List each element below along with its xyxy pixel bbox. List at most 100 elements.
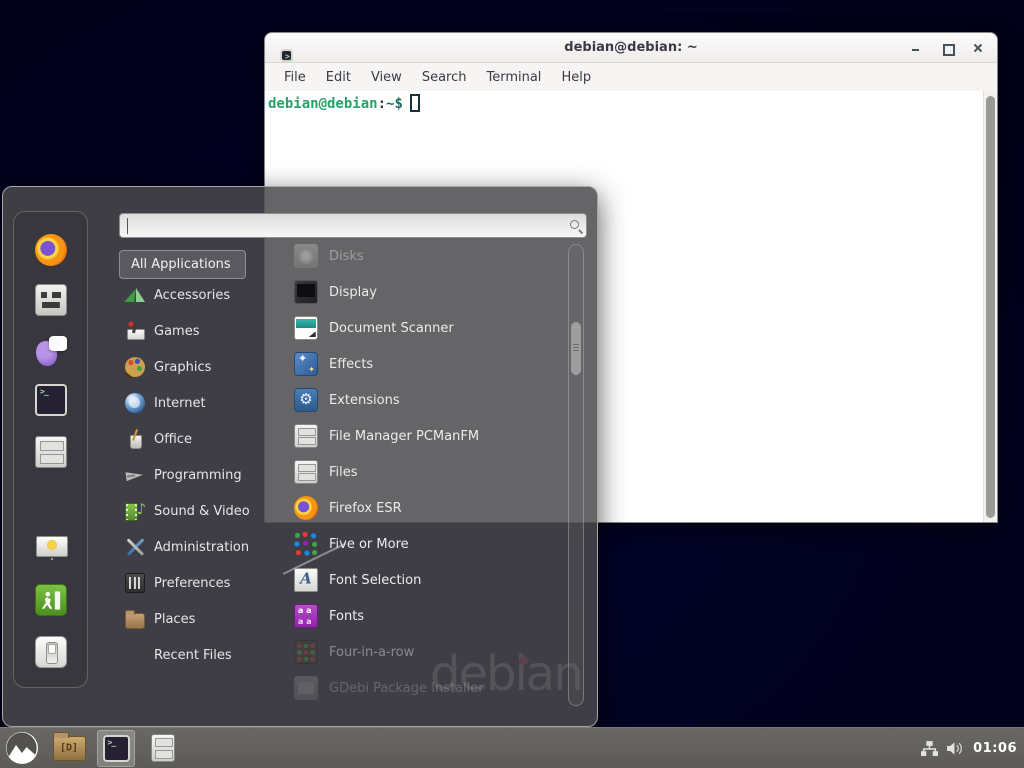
app-item-disks[interactable]: Disks <box>286 238 566 274</box>
category-graphics[interactable]: Graphics <box>119 349 279 385</box>
category-label: Internet <box>154 396 206 411</box>
logout-icon <box>35 584 67 616</box>
search-bar[interactable] <box>119 213 587 238</box>
app-item-gdebi-package-installer[interactable]: GDebi Package Installer <box>286 670 566 706</box>
accessories-icon <box>125 285 145 305</box>
category-preferences[interactable]: Preferences <box>119 565 279 601</box>
application-list: Disks Display Document Scanner Effects Exten… <box>286 238 566 706</box>
taskbar: 01:06 <box>0 727 1024 768</box>
app-label: Files <box>329 465 358 480</box>
office-icon <box>125 429 145 449</box>
terminal-titlebar[interactable]: debian@debian: ~ <box>265 33 997 63</box>
graphics-icon <box>125 357 145 377</box>
terminal-menu-file[interactable]: File <box>275 67 315 88</box>
category-office[interactable]: Office <box>119 421 279 457</box>
category-administration[interactable]: Administration <box>119 529 279 565</box>
all-applications-button[interactable]: All Applications <box>119 250 246 279</box>
category-label: Sound & Video <box>154 504 250 519</box>
terminal-menu-search[interactable]: Search <box>413 67 476 88</box>
four-in-a-row-icon <box>294 640 318 664</box>
file-cabinet-icon <box>35 436 67 468</box>
firefox-icon <box>294 496 318 520</box>
maximize-button[interactable] <box>942 43 952 53</box>
category-programming[interactable]: Programming <box>119 457 279 493</box>
display-icon <box>294 280 318 304</box>
app-label: Extensions <box>329 393 400 408</box>
app-label: Disks <box>329 249 364 264</box>
minimize-button[interactable] <box>911 43 921 53</box>
prompt-user-host: debian@debian <box>268 96 378 112</box>
taskbar-button-file-cabinet[interactable] <box>144 730 182 767</box>
favorite-logout[interactable] <box>35 584 67 616</box>
terminal-menu-view[interactable]: View <box>362 67 411 88</box>
terminal-menubar: FileEditViewSearchTerminalHelp <box>265 63 997 91</box>
category-games[interactable]: Games <box>119 313 279 349</box>
favorite-shutdown[interactable] <box>35 636 67 668</box>
programming-icon <box>125 465 145 485</box>
favorite-file-cabinet[interactable] <box>35 436 67 468</box>
app-label: Document Scanner <box>329 321 454 336</box>
category-label: Places <box>154 612 195 627</box>
application-list-scrollbar[interactable] <box>568 244 584 706</box>
app-item-file-manager-pcmanfm[interactable]: File Manager PCManFM <box>286 418 566 454</box>
app-item-font-selection[interactable]: Font Selection <box>286 562 566 598</box>
category-internet[interactable]: Internet <box>119 385 279 421</box>
category-list: Accessories Games Graphics Internet Office Pr… <box>119 277 279 673</box>
app-item-five-or-more[interactable]: Five or More <box>286 526 566 562</box>
taskbar-launchers <box>0 730 182 767</box>
terminal-window-title: debian@debian: ~ <box>265 40 997 55</box>
volume-icon[interactable] <box>946 741 965 756</box>
document-scanner-icon <box>294 316 318 340</box>
category-label: Graphics <box>154 360 211 375</box>
keyboard-icon <box>35 284 67 316</box>
terminal-menu-terminal[interactable]: Terminal <box>477 67 550 88</box>
network-icon[interactable] <box>921 741 938 756</box>
app-item-firefox-esr[interactable]: Firefox ESR <box>286 490 566 526</box>
fonts-icon <box>294 604 318 628</box>
terminal-menu-help[interactable]: Help <box>552 67 600 88</box>
app-item-four-in-a-row[interactable]: Four-in-a-row <box>286 634 566 670</box>
taskbar-button-folder-d[interactable] <box>50 730 88 767</box>
administration-icon <box>125 537 145 557</box>
favorites-panel <box>13 211 88 688</box>
font-selection-icon <box>294 568 318 592</box>
taskbar-button-menu-launcher[interactable] <box>3 730 41 767</box>
favorite-terminal[interactable] <box>35 384 67 416</box>
favorite-lock-screen[interactable] <box>35 533 67 565</box>
app-label: Firefox ESR <box>329 501 402 516</box>
terminal-scrollbar-thumb[interactable] <box>986 96 995 518</box>
favorite-pidgin[interactable] <box>35 334 67 366</box>
file-cabinet-icon <box>151 734 175 762</box>
application-list-scrollbar-thumb[interactable] <box>571 322 581 375</box>
taskbar-tray: 01:06 <box>921 741 1024 756</box>
terminal-menu-edit[interactable]: Edit <box>317 67 360 88</box>
app-item-extensions[interactable]: Extensions <box>286 382 566 418</box>
category-recent-files[interactable]: Recent Files <box>119 637 279 673</box>
app-item-fonts[interactable]: Fonts <box>286 598 566 634</box>
pidgin-icon <box>35 334 67 366</box>
taskbar-button-terminal[interactable] <box>97 730 135 767</box>
favorite-keyboard[interactable] <box>35 284 67 316</box>
terminal-icon <box>103 735 130 762</box>
folder-d-icon <box>53 736 86 761</box>
favorite-firefox[interactable] <box>35 234 67 266</box>
category-label: Office <box>154 432 192 447</box>
category-accessories[interactable]: Accessories <box>119 277 279 313</box>
close-button[interactable] <box>973 43 983 53</box>
category-sound-video[interactable]: Sound & Video <box>119 493 279 529</box>
app-item-display[interactable]: Display <box>286 274 566 310</box>
clock[interactable]: 01:06 <box>973 741 1017 756</box>
category-label: Accessories <box>154 288 230 303</box>
gdebi-icon <box>294 676 318 700</box>
places-icon <box>125 613 145 629</box>
lock-screen-icon <box>35 533 67 565</box>
search-input[interactable] <box>120 214 586 237</box>
app-item-files[interactable]: Files <box>286 454 566 490</box>
application-menu: All Applications Accessories Games Graphic… <box>2 186 598 727</box>
terminal-scrollbar[interactable] <box>983 91 997 523</box>
app-item-document-scanner[interactable]: Document Scanner <box>286 310 566 346</box>
prompt-separator: : <box>378 96 386 112</box>
app-label: File Manager PCManFM <box>329 429 479 444</box>
app-item-effects[interactable]: Effects <box>286 346 566 382</box>
category-places[interactable]: Places <box>119 601 279 637</box>
